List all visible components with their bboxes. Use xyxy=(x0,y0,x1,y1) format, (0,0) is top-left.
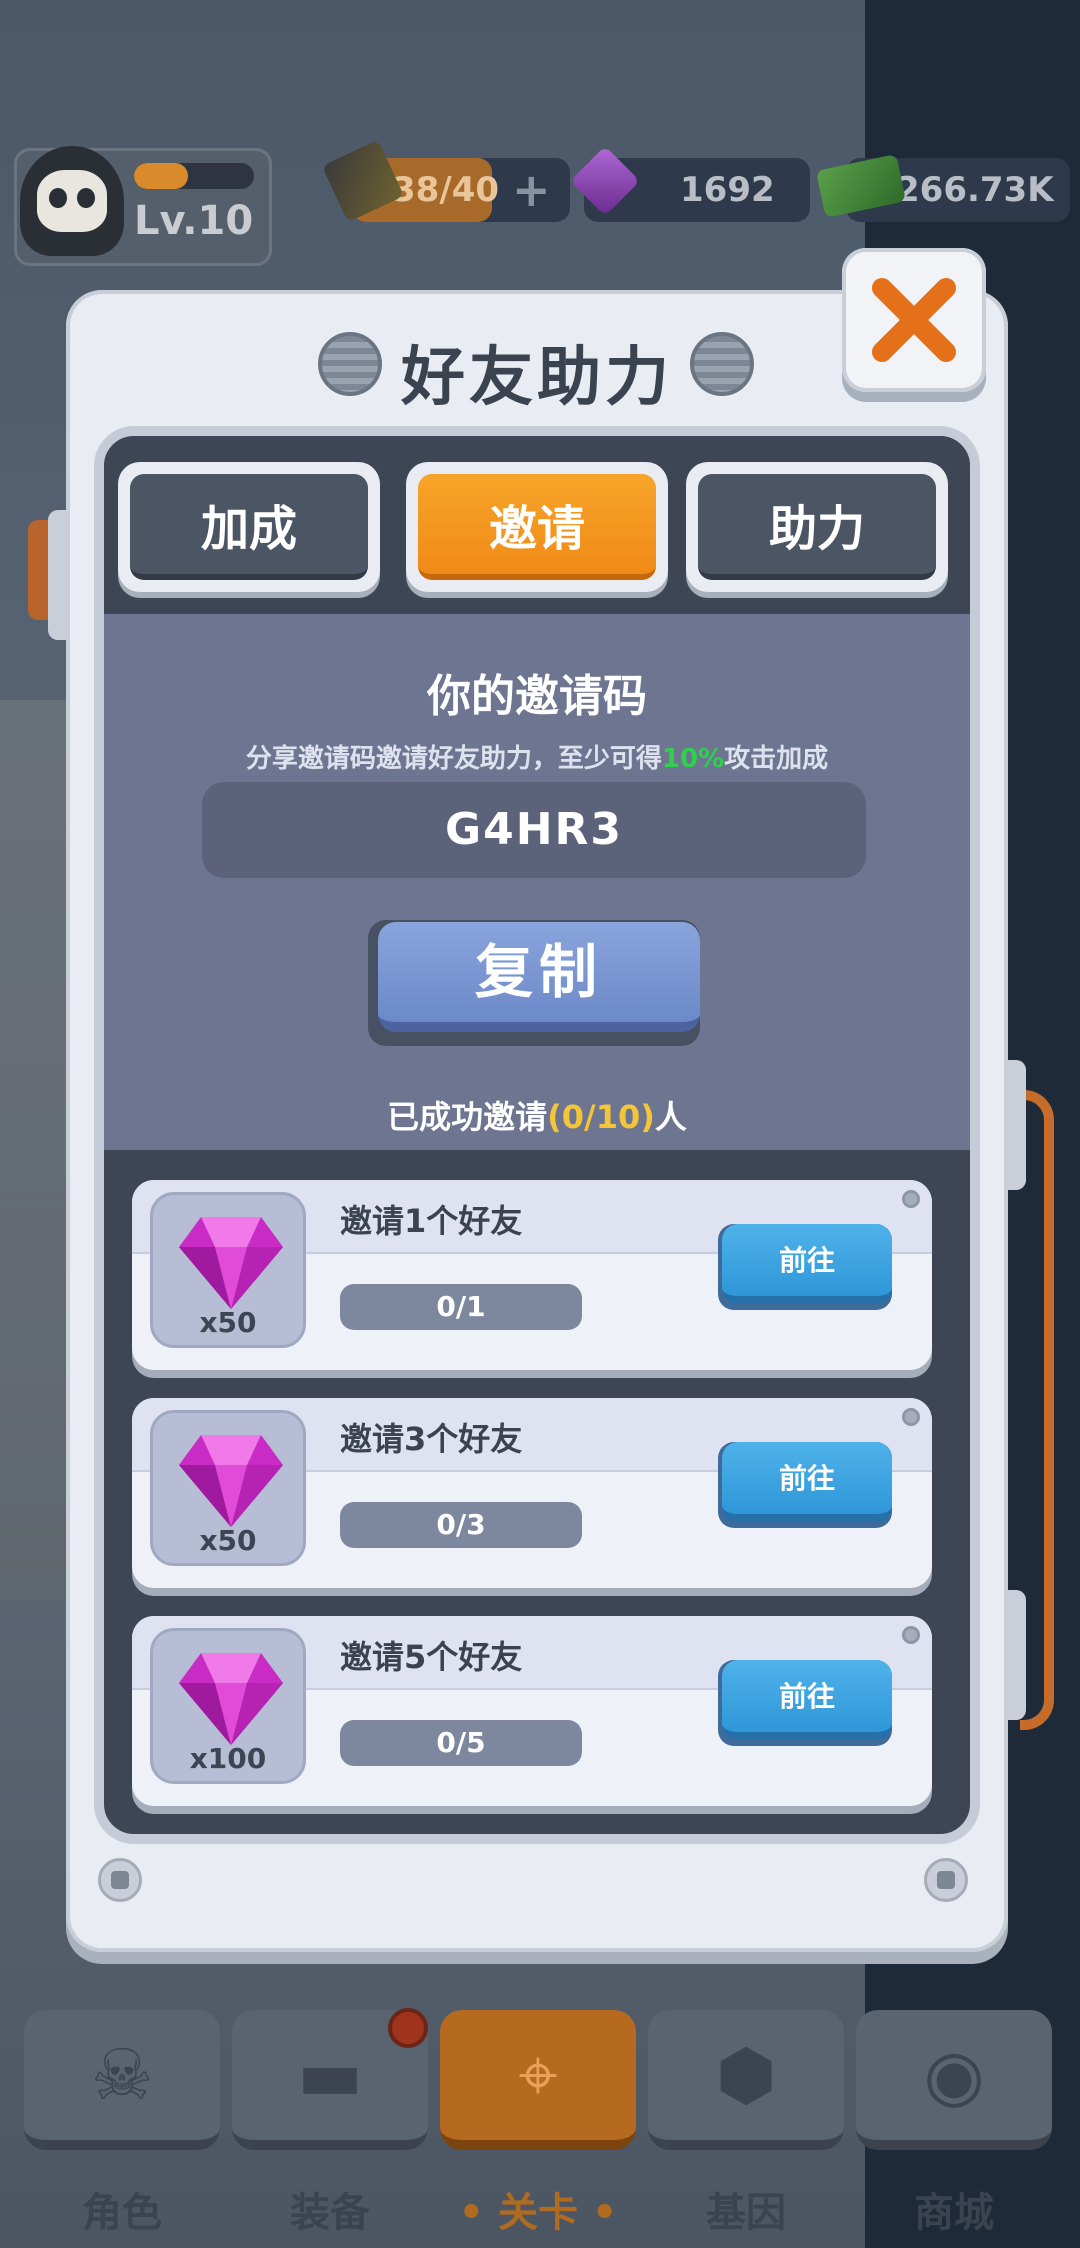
bolt-icon xyxy=(924,1858,968,1902)
close-icon xyxy=(872,278,956,362)
friend-assist-modal: 好友助力 加成 邀请 助力 你的邀请码 分享邀请码邀请好友助力，至少可得10%攻… xyxy=(66,290,1008,1952)
gem-icon xyxy=(179,1653,283,1745)
reward-box: x50 xyxy=(150,1410,306,1566)
invited-unit: 人 xyxy=(654,1098,687,1136)
nav-shop-label: 商城 xyxy=(914,2190,994,2236)
reward-box: x100 xyxy=(150,1628,306,1784)
gem-icon xyxy=(179,1217,283,1309)
xp-bar xyxy=(134,163,254,189)
task-title: 邀请1个好友 xyxy=(340,1202,523,1240)
rivet-icon xyxy=(902,1626,920,1644)
nav-equipment-label: 装备 xyxy=(290,2190,370,2236)
nav-stage-label: • 关卡 • xyxy=(458,2190,618,2236)
copy-button[interactable]: 复制 xyxy=(368,920,700,1046)
nav-stage-button[interactable]: ⌖ xyxy=(440,2010,636,2150)
gem-value: 1692 xyxy=(680,170,775,210)
tab-invite-label: 邀请 xyxy=(418,474,656,580)
go-button[interactable]: 前往 xyxy=(718,1224,892,1310)
bottom-nav: ☠ ▬ ⌖ ⬢ ◉ 角色 装备 • 关卡 • 基因 商城 xyxy=(0,2010,1080,2248)
go-button[interactable]: 前往 xyxy=(718,1442,892,1528)
close-button[interactable] xyxy=(842,248,986,392)
nav-role-label: 角色 xyxy=(82,2190,162,2236)
task-card: x100 邀请5个好友 0/5 前往 xyxy=(132,1616,932,1806)
nav-gene-button[interactable]: ⬢ xyxy=(648,2010,844,2150)
tab-bonus[interactable]: 加成 xyxy=(118,462,380,592)
task-progress: 0/5 xyxy=(340,1720,582,1766)
tab-assist[interactable]: 助力 xyxy=(686,462,948,592)
copy-button-label: 复制 xyxy=(378,922,700,1032)
reward-amount: x50 xyxy=(199,1524,257,1557)
task-title: 邀请3个好友 xyxy=(340,1420,523,1458)
gun-icon: ▬ xyxy=(296,2034,364,2116)
task-progress: 0/1 xyxy=(340,1284,582,1330)
gem-icon xyxy=(179,1435,283,1527)
nav-role-button[interactable]: ☠ xyxy=(24,2010,220,2150)
player-level: Lv.10 xyxy=(134,198,254,244)
invited-count-text: 已成功邀请(0/10)人 xyxy=(104,1092,970,1138)
hexagon-cluster-icon: ⬢ xyxy=(715,2034,777,2116)
cash-value: 266.73K xyxy=(896,170,1054,210)
rivet-icon xyxy=(902,1190,920,1208)
reward-amount: x50 xyxy=(199,1306,257,1339)
avatar[interactable] xyxy=(20,146,124,256)
invite-code-field[interactable]: G4HR3 xyxy=(202,782,866,878)
bonus-percent: 10% xyxy=(661,744,725,774)
skull-icon: ☠ xyxy=(90,2034,154,2116)
task-card: x50 邀请3个好友 0/3 前往 xyxy=(132,1398,932,1588)
go-button-label: 前往 xyxy=(722,1224,892,1304)
task-card: x50 邀请1个好友 0/1 前往 xyxy=(132,1180,932,1370)
invited-count: (0/10) xyxy=(547,1098,655,1136)
go-button-label: 前往 xyxy=(722,1442,892,1522)
tab-bar: 加成 邀请 助力 xyxy=(104,436,970,614)
invite-code-title: 你的邀请码 xyxy=(427,671,647,722)
task-progress: 0/3 xyxy=(340,1502,582,1548)
invite-code-section: 你的邀请码 分享邀请码邀请好友助力，至少可得10%攻击加成 G4HR3 复制 已… xyxy=(104,614,970,1150)
xp-bar-fill xyxy=(134,163,188,189)
notification-dot xyxy=(388,2008,428,2048)
invite-desc-suffix: 攻击加成 xyxy=(724,744,829,774)
invite-desc-text: 分享邀请码邀请好友助力，至少可得 xyxy=(245,744,662,774)
bolt-icon xyxy=(98,1858,142,1902)
skull-icon xyxy=(37,170,107,232)
modal-content: 加成 邀请 助力 你的邀请码 分享邀请码邀请好友助力，至少可得10%攻击加成 G… xyxy=(94,426,980,1844)
tab-bonus-label: 加成 xyxy=(130,474,368,580)
invited-label: 已成功邀请 xyxy=(387,1098,548,1136)
shop-icon: ◉ xyxy=(923,2034,985,2116)
go-button-label: 前往 xyxy=(722,1660,892,1740)
reward-amount: x100 xyxy=(189,1742,267,1775)
nav-gene-label: 基因 xyxy=(706,2190,786,2236)
energy-value: 38/40 xyxy=(392,170,500,210)
tab-assist-label: 助力 xyxy=(698,474,936,580)
go-button[interactable]: 前往 xyxy=(718,1660,892,1746)
tab-invite[interactable]: 邀请 xyxy=(406,462,668,592)
map-pin-icon: ⌖ xyxy=(518,2033,558,2116)
invite-description: 分享邀请码邀请好友助力，至少可得10%攻击加成 xyxy=(104,738,970,775)
nav-shop-button[interactable]: ◉ xyxy=(856,2010,1052,2150)
task-title: 邀请5个好友 xyxy=(340,1638,523,1676)
plus-icon[interactable]: + xyxy=(512,158,551,222)
rivet-icon xyxy=(902,1408,920,1426)
reward-box: x50 xyxy=(150,1192,306,1348)
